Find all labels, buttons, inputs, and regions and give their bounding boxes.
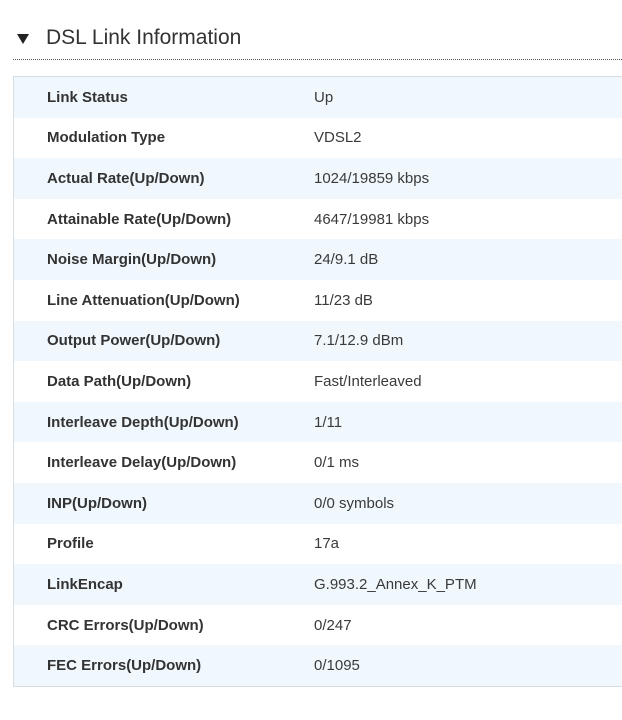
row-value: 4647/19981 kbps [314,210,430,228]
table-row: FEC Errors(Up/Down) 0/1095 [14,645,622,686]
row-label: Interleave Delay(Up/Down) [47,454,237,472]
row-value: 11/23 dB [314,291,373,309]
section-title: DSL Link Information [46,25,242,49]
table-row: Output Power(Up/Down) 7.1/12.9 dBm [14,320,622,362]
table-row: Actual Rate(Up/Down) 1024/19859 kbps [14,158,622,199]
row-label: Line Attenuation(Up/Down) [47,291,240,309]
section-header-dsl-link-information[interactable]: DSL Link Information [13,20,622,60]
table-row: LinkEncap G.993.2_Annex_K_PTM [14,564,622,605]
table-row: Modulation Type VDSL2 [14,117,622,159]
row-label: Interleave Depth(Up/Down) [47,413,239,431]
row-value: 7.1/12.9 dBm [314,332,404,350]
row-label: Data Path(Up/Down) [47,372,192,390]
row-value: 17a [314,535,340,553]
row-label: LinkEncap [47,575,123,593]
table-row: Data Path(Up/Down) Fast/Interleaved [14,361,622,402]
row-value: 24/9.1 dB [314,251,379,269]
table-row: Interleave Delay(Up/Down) 0/1 ms [14,442,622,483]
row-label: CRC Errors(Up/Down) [47,616,204,634]
row-label: Noise Margin(Up/Down) [47,251,217,269]
row-label: Link Status [47,88,128,106]
row-value: G.993.2_Annex_K_PTM [314,575,477,593]
row-label: Actual Rate(Up/Down) [47,169,205,187]
dsl-info-table: Link Status Up Modulation Type VDSL2 Act… [13,76,622,687]
row-label: Modulation Type [47,129,166,147]
row-value: VDSL2 [314,129,362,147]
row-label: Profile [47,535,94,553]
table-row: INP(Up/Down) 0/0 symbols [14,482,622,524]
row-label: INP(Up/Down) [47,494,147,512]
row-value: Up [314,88,334,106]
row-value: 0/0 symbols [314,494,395,512]
row-label: FEC Errors(Up/Down) [47,657,202,675]
row-value: 0/247 [314,616,352,634]
row-value: 0/1095 [314,657,360,675]
table-row: Profile 17a [14,523,622,565]
row-value: Fast/Interleaved [314,372,422,390]
row-label: Output Power(Up/Down) [47,332,221,350]
table-row: Interleave Depth(Up/Down) 1/11 [14,401,622,443]
triangle-down-icon[interactable] [17,33,29,44]
table-row: Attainable Rate(Up/Down) 4647/19981 kbps [14,198,622,240]
table-row: Noise Margin(Up/Down) 24/9.1 dB [14,239,622,280]
row-value: 0/1 ms [314,454,360,472]
table-row: Link Status Up [14,77,622,118]
row-value: 1/11 [314,413,343,431]
table-row: CRC Errors(Up/Down) 0/247 [14,604,622,646]
table-row: Line Attenuation(Up/Down) 11/23 dB [14,279,622,321]
row-label: Attainable Rate(Up/Down) [47,210,232,228]
row-value: 1024/19859 kbps [314,169,430,187]
